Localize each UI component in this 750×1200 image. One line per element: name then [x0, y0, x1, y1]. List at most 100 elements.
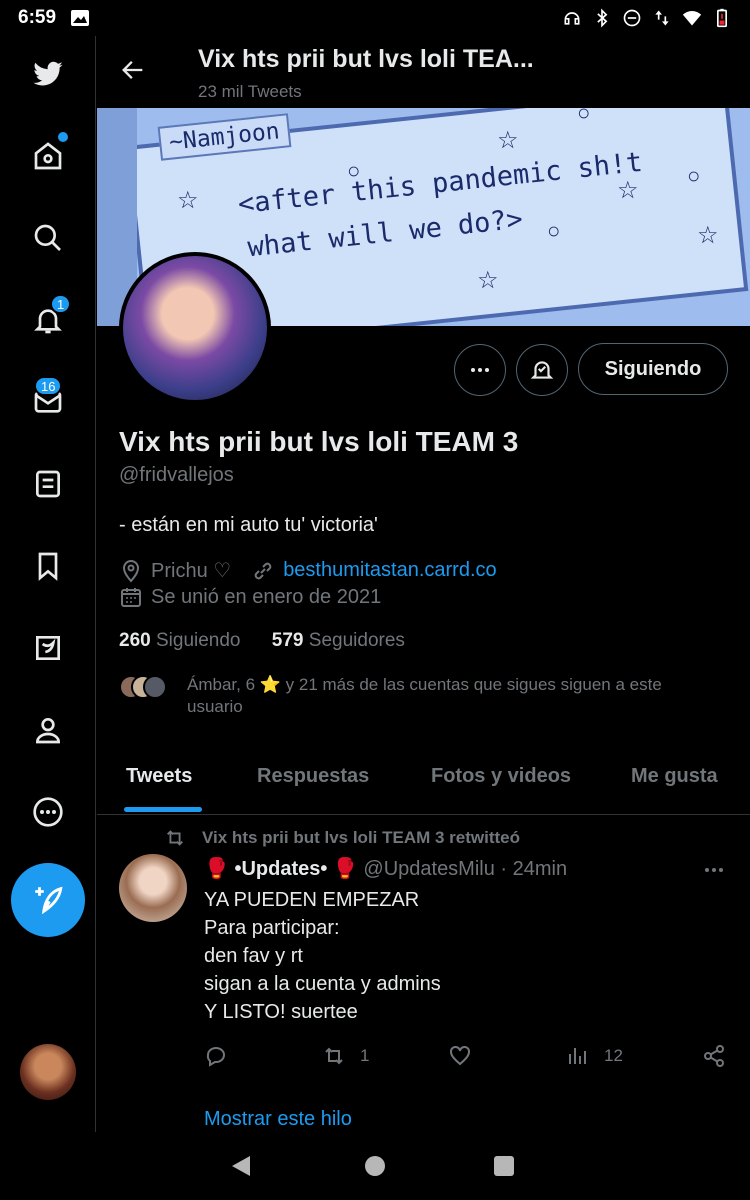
profile-location: Prichu ♡	[151, 560, 232, 582]
notifications-bell-icon[interactable]: 1	[24, 294, 72, 344]
svg-text:○: ○	[577, 108, 590, 125]
nav-recents-icon[interactable]	[494, 1156, 514, 1176]
bell-check-icon	[530, 361, 554, 379]
lists-icon[interactable]	[24, 460, 72, 508]
views-chart-icon	[569, 1048, 586, 1064]
profile-avatar[interactable]	[119, 252, 271, 404]
following-count: 260	[119, 630, 151, 651]
profile-bio: - están en mi auto tu' victoria'	[119, 514, 378, 536]
compose-tweet-button[interactable]	[11, 863, 85, 937]
dnd-icon	[623, 9, 641, 27]
tweet-more-icon[interactable]	[702, 858, 726, 882]
tab-tweets[interactable]: Tweets	[126, 765, 192, 788]
nav-home-icon[interactable]	[365, 1156, 385, 1176]
feather-plus-icon	[35, 886, 63, 915]
tab-media[interactable]: Fotos y videos	[431, 765, 571, 788]
profile-joined-date: Se unió en enero de 2021	[151, 585, 382, 608]
tab-likes[interactable]: Me gusta	[631, 765, 718, 788]
tweet-text-line: YA PUEDEN EMPEZAR	[204, 889, 420, 911]
reply-icon	[206, 1047, 226, 1067]
header-title: Vix hts prii but lvs loli TEA...	[198, 45, 534, 73]
profile-person-icon[interactable]	[24, 706, 72, 754]
location-pin-icon	[122, 559, 140, 583]
messages-mail-icon[interactable]: 16	[24, 376, 72, 426]
profile-meta-line: Prichu ♡ besthumitastan.carrd.co	[119, 558, 497, 583]
svg-text:☆: ☆	[697, 222, 719, 249]
home-unread-dot	[58, 132, 68, 142]
notify-button[interactable]	[516, 344, 568, 396]
followers-label: Seguidores	[308, 630, 405, 651]
tweet-author-avatar[interactable]	[119, 854, 187, 922]
more-options-button[interactable]	[454, 344, 506, 396]
svg-text:☆: ☆	[477, 267, 499, 294]
notifications-badge: 1	[50, 294, 72, 314]
status-time: 6:59	[18, 7, 57, 28]
home-icon[interactable]	[24, 132, 72, 180]
twitter-blue-icon[interactable]	[24, 624, 72, 672]
followed-by-avatar	[143, 675, 167, 699]
nav-back-icon[interactable]	[230, 1154, 252, 1178]
retweet-context-text: Vix hts prii but lvs loli TEAM 3 retwitt…	[202, 828, 521, 847]
retweet-count: 1	[360, 1046, 370, 1065]
account-avatar[interactable]	[20, 1044, 76, 1100]
share-button[interactable]	[702, 1044, 740, 1068]
image-notification-icon	[71, 10, 90, 26]
tweet-header: 🥊 •Updates• 🥊 @UpdatesMilu · 24min	[204, 856, 567, 881]
profile-tabs: Tweets Respuestas Fotos y videos Me gust…	[97, 745, 750, 815]
svg-text:☆: ☆	[177, 187, 199, 214]
retweet-context: Vix hts prii but lvs loli TEAM 3 retwitt…	[164, 827, 520, 849]
calendar-icon	[121, 588, 141, 607]
bluetooth-icon	[597, 8, 608, 28]
following-button[interactable]: Siguiendo	[578, 343, 728, 395]
back-arrow-icon[interactable]	[119, 56, 147, 84]
profile-website-link[interactable]: besthumitastan.carrd.co	[283, 559, 496, 582]
followers-count: 579	[271, 630, 304, 651]
sidebar: 1 16	[0, 36, 96, 1132]
bookmark-icon[interactable]	[24, 542, 72, 590]
status-bar: 6:59	[0, 0, 750, 36]
tab-replies[interactable]: Respuestas	[257, 765, 369, 788]
tweet-actions: 1 12	[204, 1044, 734, 1072]
retweet-button[interactable]: 1	[322, 1044, 369, 1068]
more-dots-icon	[471, 368, 489, 372]
status-icons	[562, 8, 732, 28]
battery-low-icon	[717, 8, 727, 28]
profile-joined-line: Se unió en enero de 2021	[119, 585, 381, 609]
tweet-author-handle-time: @UpdatesMilu · 24min	[363, 858, 568, 880]
like-button[interactable]	[448, 1044, 486, 1068]
messages-badge: 16	[34, 376, 63, 396]
followed-by-avatars	[119, 675, 179, 699]
tweet-text-line: den fav y rt	[204, 945, 303, 967]
reply-button[interactable]	[204, 1044, 242, 1068]
show-thread-link[interactable]: Mostrar este hilo	[204, 1108, 352, 1131]
system-nav-bar	[0, 1134, 750, 1200]
profile-header: Vix hts prii but lvs loli TEA... 23 mil …	[97, 36, 750, 108]
tweet-text: YA PUEDEN EMPEZAR Para participar: den f…	[204, 886, 441, 1026]
tweet-text-line: sigan a la cuenta y admins	[204, 973, 441, 995]
wifi-icon	[682, 11, 702, 26]
link-icon	[254, 562, 272, 579]
share-icon	[704, 1045, 724, 1067]
data-arrows-icon	[655, 10, 669, 26]
followed-by[interactable]: Ámbar, 6 ⭐ y 21 más de las cuentas que s…	[119, 674, 719, 718]
profile-handle: @fridvallejos	[119, 464, 234, 486]
active-tab-indicator	[124, 807, 202, 812]
tweet-count: 23 mil Tweets	[198, 82, 302, 101]
following-label: Siguiendo	[155, 630, 241, 651]
tweet-text-line: Para participar:	[204, 917, 340, 939]
retweet-icon	[167, 830, 183, 846]
heart-icon	[450, 1045, 470, 1066]
following-stat[interactable]: 260 Siguiendo	[119, 630, 241, 651]
tweet-author-name[interactable]: 🥊 •Updates• 🥊	[204, 858, 358, 880]
followers-stat[interactable]: 579 Seguidores	[272, 630, 405, 651]
svg-text:○: ○	[687, 163, 700, 188]
twitter-logo-icon[interactable]	[24, 50, 72, 98]
svg-text:○: ○	[547, 218, 560, 243]
profile-name: Vix hts prii but lvs loli TEAM 3	[119, 426, 519, 457]
tweet-text-line: Y LISTO! suertee	[204, 1001, 358, 1023]
svg-text:☆: ☆	[497, 127, 519, 154]
svg-text:☆: ☆	[617, 177, 639, 204]
more-circle-icon[interactable]	[24, 788, 72, 836]
search-icon[interactable]	[24, 214, 72, 262]
views-button[interactable]: 12	[566, 1044, 623, 1068]
